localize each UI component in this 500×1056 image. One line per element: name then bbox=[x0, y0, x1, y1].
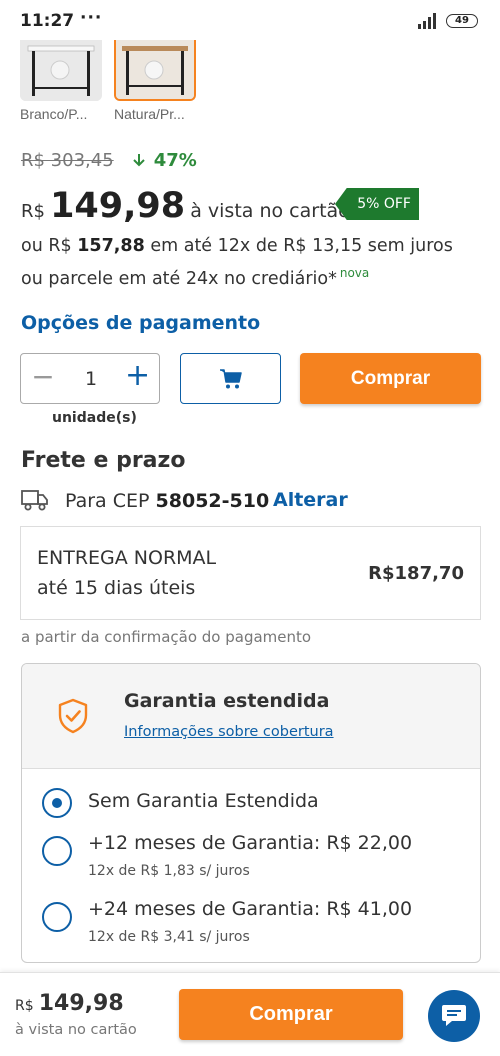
bottom-vista: à vista no cartão bbox=[15, 1022, 137, 1038]
nova-badge: nova bbox=[339, 266, 370, 280]
variant-branco[interactable]: Branco/P... bbox=[20, 40, 102, 122]
discount-percent: 47% bbox=[131, 150, 197, 171]
radio-unselected[interactable] bbox=[42, 902, 72, 932]
install-suffix: em até 12x de R$ 13,15 sem juros bbox=[150, 236, 453, 256]
variant-selector: Branco/P... Natura/Pr... bbox=[20, 40, 320, 130]
variant-label: Branco/P... bbox=[20, 106, 88, 122]
warranty-option-24[interactable]: +24 meses de Garantia: R$ 41,00 12x de R… bbox=[22, 898, 480, 948]
bottom-currency: R$ bbox=[15, 998, 34, 1014]
warranty-header: Garantia estendida Informações sobre cob… bbox=[22, 664, 480, 769]
installment-line: ou R$ 157,88 em até 12x de R$ 13,15 sem … bbox=[21, 236, 453, 256]
cep-value: 58052-510 bbox=[155, 490, 270, 512]
variant-label: Natura/Pr... bbox=[114, 106, 185, 122]
price-currency: R$ bbox=[21, 201, 45, 222]
delivery-type: ENTREGA NORMAL bbox=[37, 547, 217, 569]
crediario-line: ou parcele em até 24x no crediário* nova bbox=[21, 266, 369, 289]
warranty-option-sub: 12x de R$ 1,83 s/ juros bbox=[88, 863, 250, 879]
warranty-option-label: +24 meses de Garantia: R$ 41,00 bbox=[88, 898, 413, 920]
warranty-title: Garantia estendida bbox=[124, 690, 330, 712]
warranty-option-label: Sem Garantia Estendida bbox=[88, 790, 319, 812]
arrow-down-icon bbox=[133, 154, 146, 167]
add-to-cart-button[interactable] bbox=[180, 353, 281, 404]
cep-label: Para CEP 58052-510 bbox=[65, 490, 269, 512]
quantity-stepper: − 1 + bbox=[20, 353, 160, 404]
off-badge: 5% OFF bbox=[335, 188, 419, 220]
delivery-price: R$187,70 bbox=[368, 563, 464, 584]
chat-button[interactable] bbox=[428, 990, 480, 1042]
warranty-option-12[interactable]: +12 meses de Garantia: R$ 22,00 12x de R… bbox=[22, 832, 480, 882]
quantity-unit-label: unidade(s) bbox=[52, 410, 137, 426]
variant-thumbnail-selected bbox=[114, 40, 196, 101]
bottom-purchase-bar: R$ 149,98 à vista no cartão Comprar bbox=[0, 972, 500, 1056]
quantity-value[interactable]: 1 bbox=[77, 368, 105, 390]
quantity-increase-button[interactable]: + bbox=[125, 361, 150, 392]
extended-warranty-panel: Garantia estendida Informações sobre cob… bbox=[21, 663, 481, 963]
shield-icon bbox=[58, 698, 88, 734]
variant-thumbnail bbox=[20, 40, 102, 101]
radio-unselected[interactable] bbox=[42, 836, 72, 866]
cart-icon bbox=[219, 368, 242, 388]
price-row: R$ 149,98 à vista no cartão bbox=[21, 186, 350, 226]
old-price: R$ 303,45 bbox=[21, 150, 114, 171]
warranty-coverage-link[interactable]: Informações sobre cobertura bbox=[124, 724, 334, 740]
warranty-option-none[interactable]: Sem Garantia Estendida bbox=[22, 784, 480, 834]
install-prefix: ou R$ bbox=[21, 236, 72, 256]
change-cep-link[interactable]: Alterar bbox=[273, 489, 348, 511]
old-price-row: R$ 303,45 47% bbox=[21, 150, 197, 171]
bottom-price: R$ 149,98 bbox=[15, 991, 124, 1016]
radio-selected[interactable] bbox=[42, 788, 72, 818]
delivery-days: até 15 dias úteis bbox=[37, 577, 196, 599]
chat-icon bbox=[442, 1005, 466, 1026]
quantity-decrease-button[interactable]: − bbox=[31, 363, 55, 392]
shipping-title: Frete e prazo bbox=[21, 448, 186, 473]
warranty-option-label: +12 meses de Garantia: R$ 22,00 bbox=[88, 832, 413, 854]
status-dots: ··· bbox=[80, 8, 103, 28]
delivery-note: a partir da confirmação do pagamento bbox=[21, 628, 312, 646]
discount-value: 47% bbox=[153, 150, 197, 171]
cep-row: Para CEP 58052-510 Alterar bbox=[21, 488, 481, 516]
signal-icon bbox=[418, 13, 436, 29]
bottom-price-value: 149,98 bbox=[38, 991, 124, 1016]
price-value: 149,98 bbox=[50, 186, 186, 226]
delivery-option: ENTREGA NORMAL até 15 dias úteis R$187,7… bbox=[20, 526, 481, 620]
buy-button[interactable]: Comprar bbox=[300, 353, 481, 404]
price-vista: à vista no cartão bbox=[190, 200, 350, 222]
bottom-buy-button[interactable]: Comprar bbox=[179, 989, 403, 1040]
install-total: 157,88 bbox=[77, 236, 145, 256]
cep-prefix: Para CEP bbox=[65, 490, 150, 512]
status-bar: 11:27 ··· 49 bbox=[0, 0, 500, 40]
variant-natura[interactable]: Natura/Pr... bbox=[114, 40, 196, 122]
payment-options-link[interactable]: Opções de pagamento bbox=[21, 312, 260, 334]
status-time: 11:27 bbox=[20, 11, 75, 31]
crediario-text: ou parcele em até 24x no crediário* bbox=[21, 268, 337, 289]
battery-icon: 49 bbox=[446, 14, 478, 28]
truck-icon bbox=[21, 490, 48, 511]
warranty-option-sub: 12x de R$ 3,41 s/ juros bbox=[88, 929, 250, 945]
